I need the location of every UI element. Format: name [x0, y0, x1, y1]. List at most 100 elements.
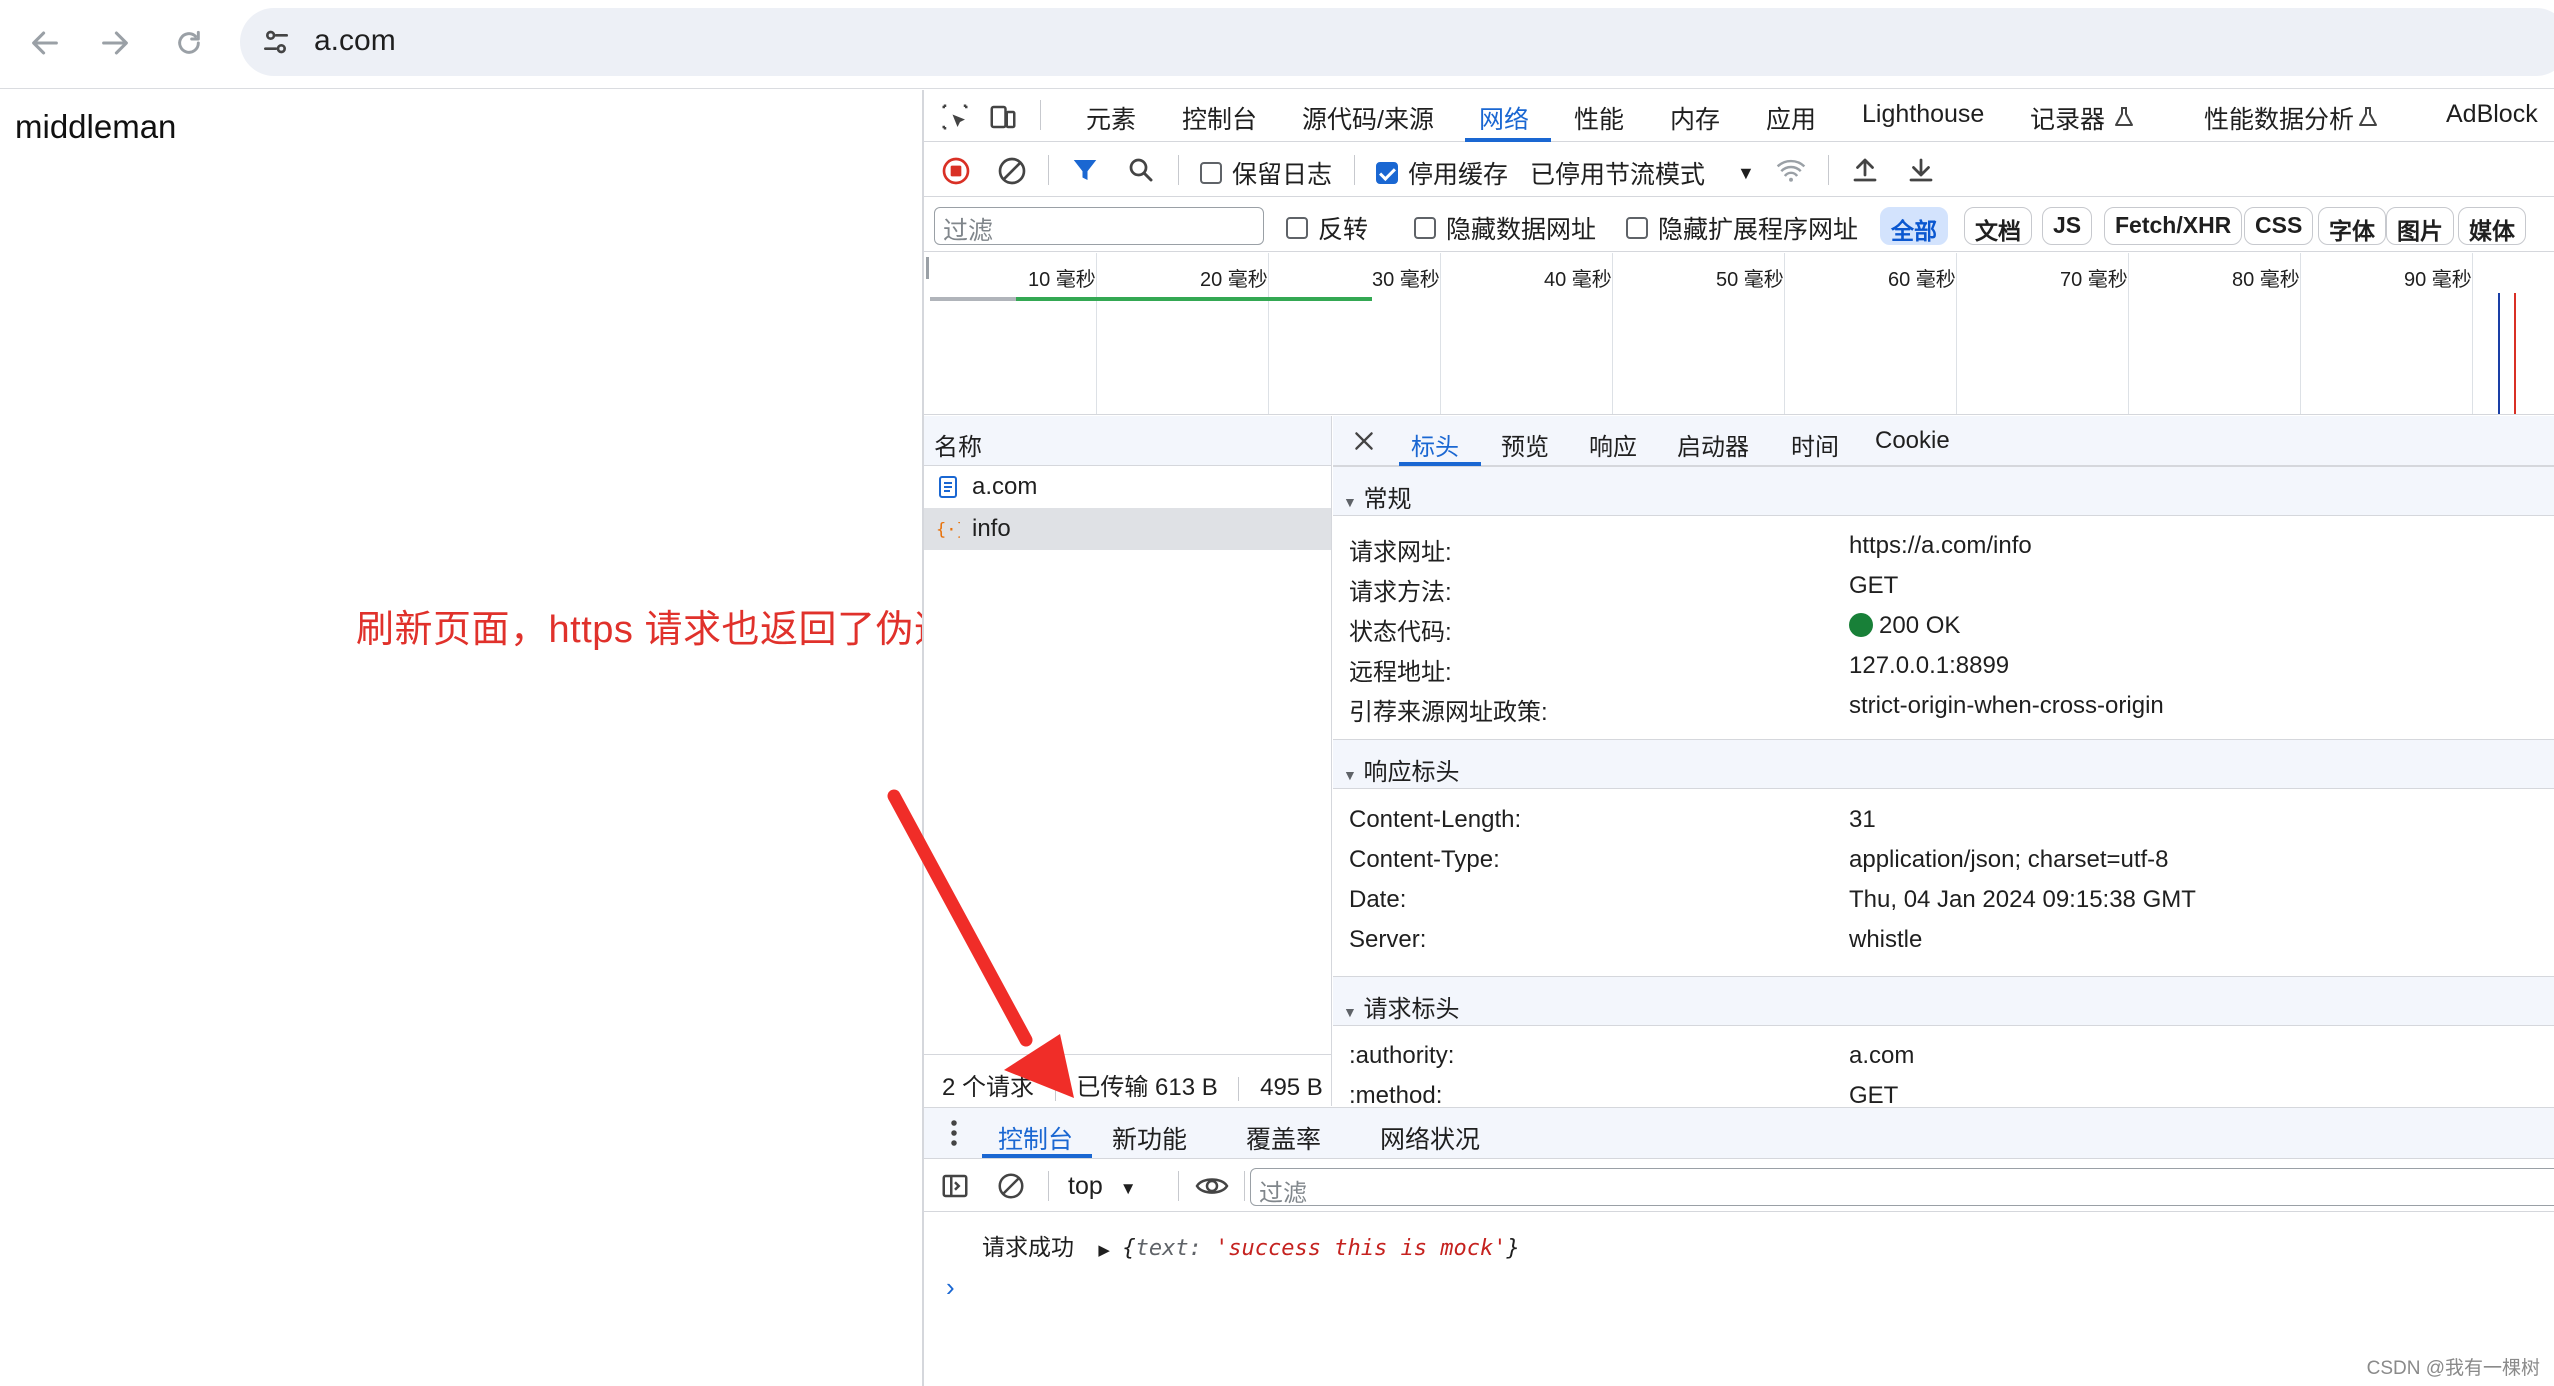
close-icon[interactable]	[1351, 428, 1377, 461]
timeline-tick: 10 毫秒	[1028, 269, 1096, 291]
header-value: 31	[1849, 806, 1876, 833]
flask-icon	[2356, 104, 2380, 137]
request-name: a.com	[972, 473, 1038, 500]
tab-lighthouse[interactable]: Lighthouse	[1862, 100, 1984, 129]
timeline-dom-content-loaded	[2498, 293, 2500, 414]
device-toolbar-icon[interactable]	[988, 102, 1018, 139]
section-general[interactable]: ▼ 常规	[1333, 466, 2554, 516]
console-log-entry[interactable]: 请求成功 ▶ {text: 'success this is mock'}	[982, 1228, 1520, 1262]
invert-checkbox[interactable]: 反转	[1286, 210, 1368, 246]
context-select[interactable]: top ▼	[1068, 1172, 1137, 1201]
inspect-element-icon[interactable]	[940, 102, 970, 139]
name-column-header[interactable]: 名称	[924, 416, 1331, 466]
search-icon[interactable]	[1126, 155, 1156, 192]
type-filter-fetch[interactable]: Fetch/XHR	[2104, 207, 2243, 245]
document-icon	[936, 475, 960, 499]
drawer-tab-network-conditions[interactable]: 网络状况	[1380, 1120, 1480, 1156]
tab-adblock[interactable]: AdBlock	[2446, 100, 2538, 129]
timeline-bar-document	[930, 297, 1030, 301]
drawer-tab-whats-new[interactable]: 新功能	[1112, 1120, 1187, 1156]
expand-triangle-icon[interactable]: ▶	[1098, 1242, 1110, 1259]
details-tabs: 标头 预览 响应 启动器 时间 Cookie	[1333, 416, 2554, 466]
drawer-tab-console[interactable]: 控制台	[998, 1120, 1073, 1156]
status-text: 200 OK	[1879, 612, 1961, 639]
type-filter-media[interactable]: 媒体	[2458, 207, 2526, 245]
filter-icon[interactable]	[1070, 155, 1100, 192]
type-filter-css[interactable]: CSS	[2244, 207, 2314, 245]
tab-headers[interactable]: 标头	[1411, 427, 1459, 462]
network-filter-input[interactable]: 过滤	[934, 207, 1264, 245]
site-settings-icon[interactable]	[260, 26, 292, 63]
header-key: Date:	[1349, 886, 1407, 913]
tab-sources[interactable]: 源代码/来源	[1302, 100, 1434, 136]
record-stop-icon[interactable]	[940, 155, 972, 194]
console-prompt-chevron-icon[interactable]: ›	[946, 1272, 955, 1303]
section-request-headers[interactable]: ▼ 请求标头	[1333, 976, 2554, 1026]
section-title: 常规	[1363, 486, 1412, 513]
tab-network[interactable]: 网络	[1479, 100, 1529, 136]
type-filter-font[interactable]: 字体	[2318, 207, 2386, 245]
forward-arrow-icon[interactable]	[90, 18, 140, 68]
tab-timing[interactable]: 时间	[1791, 427, 1839, 462]
disable-cache-checkbox[interactable]: 停用缓存	[1376, 155, 1508, 191]
header-value: whistle	[1849, 926, 1923, 953]
network-overview-timeline[interactable]: 10 毫秒 20 毫秒 30 毫秒 40 毫秒 50 毫秒 60 毫秒 70 毫…	[924, 253, 2554, 415]
header-key: 引荐来源网址政策:	[1349, 699, 1548, 726]
hide-data-urls-checkbox[interactable]: 隐藏数据网址	[1414, 210, 1596, 246]
clear-icon[interactable]	[996, 155, 1028, 194]
clear-console-icon[interactable]	[996, 1171, 1026, 1208]
tab-memory[interactable]: 内存	[1670, 100, 1720, 136]
preserve-log-checkbox[interactable]: 保留日志	[1200, 155, 1332, 191]
request-row[interactable]: a.com	[924, 466, 1331, 508]
url-text[interactable]: a.com	[314, 24, 396, 58]
back-arrow-icon[interactable]	[20, 18, 70, 68]
type-filter-doc[interactable]: 文档	[1964, 207, 2032, 245]
timeline-tick: 60 毫秒	[1888, 269, 1956, 291]
header-key: 远程地址:	[1349, 659, 1452, 686]
request-details: 标头 预览 响应 启动器 时间 Cookie ▼ 常规 请求网址: https:…	[1333, 416, 2554, 1106]
sidebar-toggle-icon[interactable]	[940, 1171, 970, 1208]
tab-initiator[interactable]: 启动器	[1677, 427, 1749, 462]
log-message: 请求成功	[982, 1234, 1074, 1260]
upload-icon[interactable]	[1850, 155, 1880, 192]
type-filter-img[interactable]: 图片	[2386, 207, 2454, 245]
more-options-icon[interactable]	[950, 1118, 958, 1155]
address-bar[interactable]: a.com	[240, 8, 2554, 76]
header-key: Content-Length:	[1349, 806, 1522, 833]
reload-icon[interactable]	[164, 18, 214, 68]
tab-performance-insights[interactable]: 性能数据分析	[2204, 100, 2354, 136]
header-key: :authority:	[1349, 1042, 1455, 1069]
page-viewport: middleman	[0, 90, 922, 1386]
svg-text:{·}: {·}	[936, 520, 960, 540]
tab-recorder[interactable]: 记录器	[2030, 100, 2105, 136]
drawer-tab-coverage[interactable]: 覆盖率	[1246, 1120, 1321, 1156]
console-filter-input[interactable]: 过滤	[1250, 1168, 2554, 1207]
tab-cookies[interactable]: Cookie	[1875, 427, 1950, 455]
eye-icon[interactable]	[1194, 1171, 1230, 1208]
download-icon[interactable]	[1906, 155, 1936, 192]
request-row[interactable]: {·} info	[924, 508, 1331, 550]
timeline-tick: 40 毫秒	[1544, 269, 1612, 291]
tab-performance[interactable]: 性能	[1574, 100, 1624, 136]
tab-elements[interactable]: 元素	[1086, 100, 1136, 136]
tab-application[interactable]: 应用	[1766, 100, 1816, 136]
header-value: a.com	[1849, 1042, 1915, 1069]
hide-extension-urls-checkbox[interactable]: 隐藏扩展程序网址	[1626, 210, 1858, 246]
timeline-range-start[interactable]	[926, 257, 929, 279]
transferred-size: 已传输 613 B	[1076, 1074, 1218, 1101]
tab-preview[interactable]: 预览	[1501, 427, 1549, 462]
flask-icon	[2112, 104, 2136, 137]
section-response-headers[interactable]: ▼ 响应标头	[1333, 739, 2554, 789]
network-conditions-icon[interactable]	[1774, 155, 1808, 192]
type-filter-all[interactable]: 全部	[1880, 207, 1948, 245]
network-toolbar: 保留日志 停用缓存 已停用节流模式 ▼	[924, 143, 2554, 197]
timeline-tick: 50 毫秒	[1716, 269, 1784, 291]
throttling-label: 已停用节流模式	[1530, 161, 1706, 189]
throttling-select[interactable]: 已停用节流模式 ▼	[1530, 155, 1755, 191]
tab-console[interactable]: 控制台	[1182, 100, 1257, 136]
type-filter-js[interactable]: JS	[2042, 207, 2093, 245]
triangle-down-icon: ▼	[1343, 494, 1357, 510]
tab-response[interactable]: 响应	[1589, 427, 1637, 462]
header-value: https://a.com/info	[1849, 532, 2032, 559]
network-filter-bar: 过滤 反转 隐藏数据网址 隐藏扩展程序网址 全部 文档 JS Fetch/XHR…	[924, 198, 2554, 252]
